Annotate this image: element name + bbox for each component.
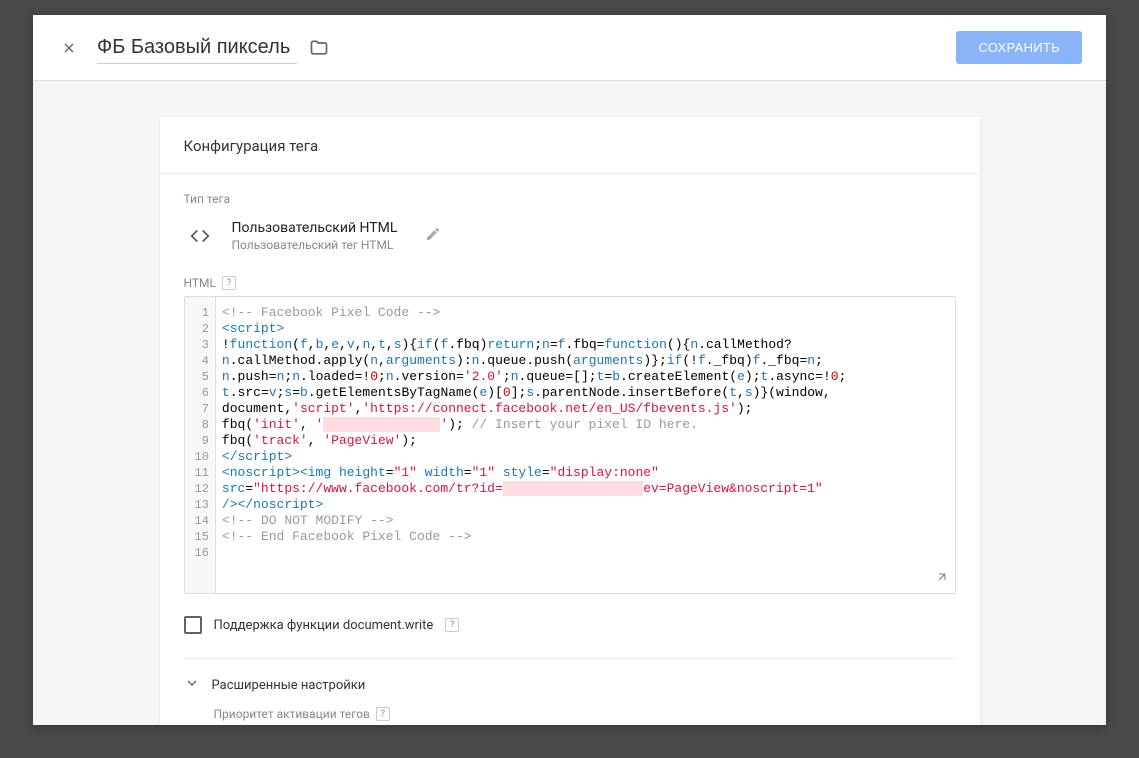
code-icon <box>184 220 216 252</box>
tag-type-row: Пользовательский HTML Пользовательский т… <box>184 220 956 252</box>
close-button[interactable] <box>57 36 81 60</box>
document-write-help[interactable]: ? <box>445 618 459 632</box>
tag-editor-window: СОХРАНИТЬ Конфигурация тега Тип тега Пол… <box>33 15 1106 725</box>
code-content[interactable]: <!-- Facebook Pixel Code --><script>!fun… <box>216 297 955 593</box>
resize-icon <box>935 570 949 584</box>
header: СОХРАНИТЬ <box>33 15 1106 81</box>
tag-type-name: Пользовательский HTML <box>232 220 398 236</box>
resize-handle[interactable] <box>935 570 949 589</box>
save-button[interactable]: СОХРАНИТЬ <box>956 31 1082 64</box>
tag-priority-help[interactable]: ? <box>376 707 390 721</box>
tag-type-label: Тип тега <box>184 192 956 206</box>
document-write-option: Поддержка функции document.write ? <box>184 616 956 634</box>
tag-name-input[interactable] <box>97 32 297 64</box>
tag-type-description: Пользовательский тег HTML <box>232 238 398 252</box>
tag-config-card: Конфигурация тега Тип тега Пользовательс… <box>160 117 980 725</box>
tag-priority-row: Приоритет активации тегов ? <box>214 707 956 721</box>
document-write-label: Поддержка функции document.write <box>214 618 434 633</box>
document-write-checkbox[interactable] <box>184 616 202 634</box>
line-gutter: 12345678910111213141516 <box>185 297 216 593</box>
pencil-icon <box>425 226 441 242</box>
card-title: Конфигурация тега <box>160 117 980 174</box>
content-area: Конфигурация тега Тип тега Пользовательс… <box>33 81 1106 725</box>
html-help-button[interactable]: ? <box>222 276 236 290</box>
close-icon <box>61 40 77 56</box>
html-code-editor[interactable]: 12345678910111213141516 <!-- Facebook Pi… <box>184 296 956 594</box>
chevron-down-icon <box>184 675 200 695</box>
tag-priority-label: Приоритет активации тегов <box>214 707 370 721</box>
folder-icon[interactable] <box>309 38 329 58</box>
advanced-settings-label: Расширенные настройки <box>212 678 366 693</box>
advanced-settings-toggle[interactable]: Расширенные настройки <box>184 659 956 697</box>
html-field-label: HTML <box>184 276 217 290</box>
edit-tag-type-button[interactable] <box>425 226 441 246</box>
